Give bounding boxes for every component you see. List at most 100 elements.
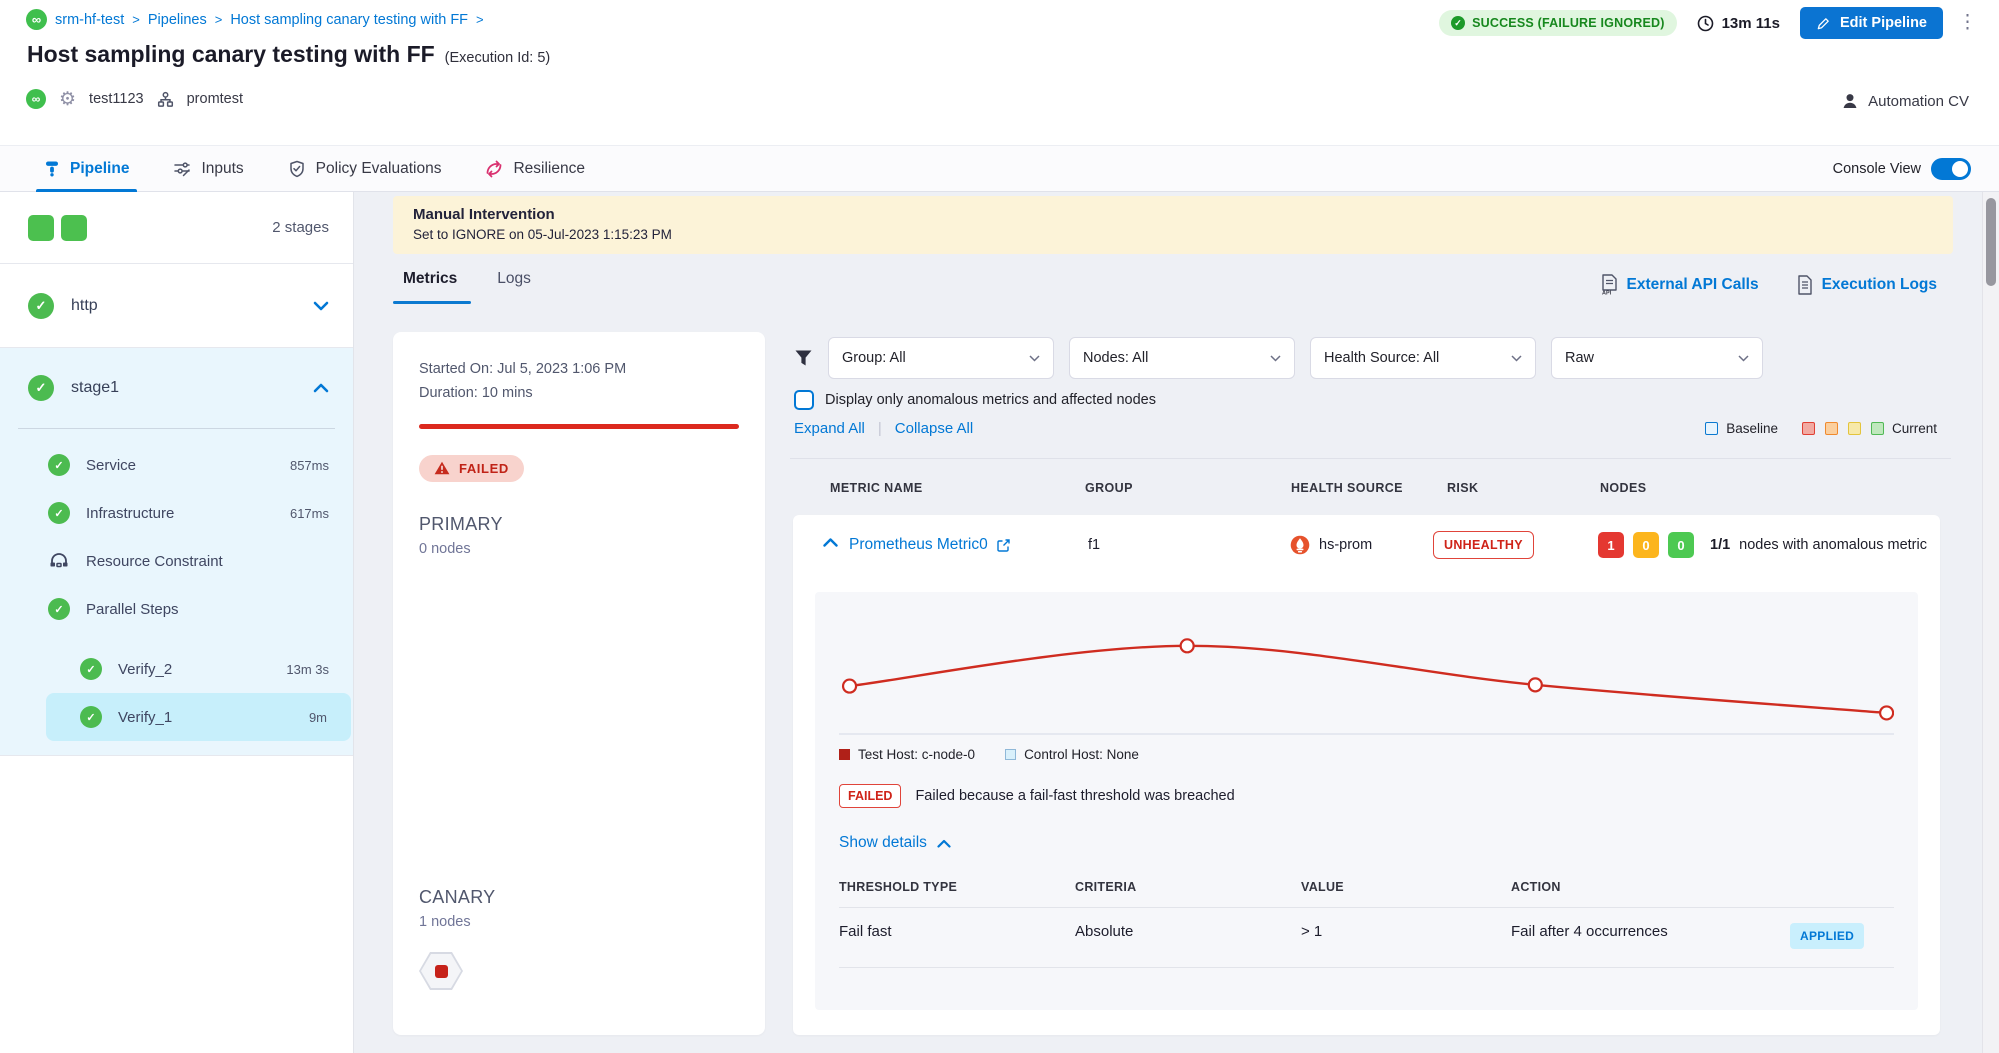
nodes-filter-value: Nodes: All <box>1083 350 1148 366</box>
page-header: ∞ srm-hf-test > Pipelines > Host samplin… <box>0 0 1999 145</box>
step-label: Infrastructure <box>86 505 174 522</box>
test-host-swatch-icon <box>839 749 850 760</box>
more-options-icon[interactable]: ⋮ <box>1958 13 1977 32</box>
collapse-all-link[interactable]: Collapse All <box>895 420 973 437</box>
applied-badge: APPLIED <box>1790 923 1864 949</box>
prometheus-icon <box>1290 535 1310 555</box>
step-duration: 617ms <box>290 506 329 521</box>
sidebar-step-verify1-selected[interactable]: ✓ Verify_1 9m <box>46 693 351 741</box>
success-check-icon: ✓ <box>80 706 102 728</box>
top-tabbar: Pipeline Inputs Policy Evaluations Resil… <box>0 145 1999 192</box>
chevron-down-icon[interactable] <box>313 301 329 311</box>
success-check-icon: ✓ <box>28 375 54 401</box>
execution-logs-link[interactable]: Execution Logs <box>1797 274 1937 295</box>
app-root: ∞ srm-hf-test > Pipelines > Host samplin… <box>0 0 1999 1053</box>
success-check-icon: ✓ <box>48 454 70 476</box>
breadcrumb-pipelines[interactable]: Pipelines <box>148 12 207 28</box>
sidebar-step-infrastructure[interactable]: ✓ Infrastructure 617ms <box>0 489 353 537</box>
metric-name-link[interactable]: Prometheus Metric0 <box>849 536 1011 554</box>
service-name[interactable]: test1123 <box>89 91 144 107</box>
red-node-count-badge: 1 <box>1598 532 1624 558</box>
col-risk: RISK <box>1447 481 1478 495</box>
metric-row: Prometheus Metric0 f1 hs-prom UNHEALTHY … <box>793 515 1940 575</box>
chart-legend: Test Host: c-node-0 Control Host: None <box>839 747 1894 762</box>
anomalous-checkbox[interactable] <box>794 390 814 410</box>
expand-collapse-row: Expand All | Collapse All <box>794 420 973 437</box>
data-mode-select[interactable]: Raw <box>1551 337 1763 379</box>
sidebar-step-resource-constraint[interactable]: Resource Constraint <box>0 537 353 585</box>
tab-logs[interactable]: Logs <box>497 270 531 288</box>
success-check-icon: ✓ <box>80 658 102 680</box>
metric-expanded-panel: Test Host: c-node-0 Control Host: None F… <box>815 592 1918 1010</box>
success-check-icon: ✓ <box>1451 16 1465 30</box>
threshold-table-header: THRESHOLD TYPE CRITERIA VALUE ACTION <box>839 880 1894 896</box>
chevron-up-icon[interactable] <box>313 383 329 393</box>
value-value: > 1 <box>1301 923 1322 940</box>
health-source-filter-value: Health Source: All <box>1324 350 1439 366</box>
tab-metrics[interactable]: Metrics <box>403 270 457 288</box>
current-green-swatch-icon <box>1871 422 1884 435</box>
scrollbar-track[interactable] <box>1982 192 1999 1053</box>
sidebar-stage-stage1[interactable]: ✓ stage1 <box>0 348 353 428</box>
log-links: API External API Calls Execution Logs <box>1601 274 1938 295</box>
chevron-up-icon[interactable] <box>823 538 838 547</box>
filter-funnel-icon[interactable] <box>794 349 813 367</box>
tab-pipeline[interactable]: Pipeline <box>44 146 129 191</box>
success-check-icon: ✓ <box>48 598 70 620</box>
external-api-calls-icon: API <box>1601 274 1618 295</box>
control-host-legend-label: Control Host: None <box>1024 747 1139 762</box>
nodes-filter-select[interactable]: Nodes: All <box>1069 337 1295 379</box>
shield-check-icon <box>288 160 306 178</box>
edit-pipeline-button[interactable]: Edit Pipeline <box>1800 7 1943 39</box>
stage-http-label: http <box>71 297 98 315</box>
stages-header: 2 stages <box>0 192 353 264</box>
health-source-label: hs-prom <box>1319 537 1372 553</box>
step-label: Resource Constraint <box>86 553 223 570</box>
expand-all-link[interactable]: Expand All <box>794 420 865 437</box>
test-host-legend-label: Test Host: c-node-0 <box>858 747 975 762</box>
show-details-link[interactable]: Show details <box>839 834 951 852</box>
sidebar-step-parallel-steps[interactable]: ✓ Parallel Steps <box>0 585 353 633</box>
anomalous-ratio: 1/1 <box>1710 537 1730 553</box>
metric-name-label: Prometheus Metric0 <box>849 536 988 554</box>
metric-timeseries-chart[interactable] <box>839 602 1894 742</box>
tab-inputs[interactable]: Inputs <box>173 146 243 191</box>
sidebar-step-verify2[interactable]: ✓ Verify_2 13m 3s <box>0 645 353 693</box>
status-badge: ✓ SUCCESS (FAILURE IGNORED) <box>1439 10 1677 36</box>
banner-title: Manual Intervention <box>413 206 1933 223</box>
chevron-down-icon <box>1029 355 1040 362</box>
threshold-table-row: Fail fast Absolute > 1 Fail after 4 occu… <box>839 908 1894 956</box>
divider <box>839 967 1894 968</box>
health-source-filter-select[interactable]: Health Source: All <box>1310 337 1536 379</box>
failure-reason-row: FAILED Failed because a fail-fast thresh… <box>839 784 1894 808</box>
health-source-name[interactable]: promtest <box>187 91 243 107</box>
tab-policy-evaluations[interactable]: Policy Evaluations <box>288 146 442 191</box>
console-view-toggle[interactable] <box>1931 158 1971 180</box>
anomalous-filter-row: Display only anomalous metrics and affec… <box>794 390 1156 410</box>
primary-nodes-count: 0 nodes <box>419 541 739 557</box>
col-nodes: NODES <box>1600 481 1646 495</box>
chevron-down-icon <box>1738 355 1749 362</box>
summary-times: Started On: Jul 5, 2023 1:06 PM Duration… <box>419 358 739 406</box>
svg-text:API: API <box>1602 291 1612 296</box>
node-count-badges: 1 0 0 1/1 nodes with anomalous metric <box>1598 532 1927 558</box>
group-filter-select[interactable]: Group: All <box>828 337 1054 379</box>
execution-sidebar: 2 stages ✓ http ✓ stage1 ✓ Service 857ms… <box>0 192 354 1053</box>
sidebar-step-service[interactable]: ✓ Service 857ms <box>0 441 353 489</box>
sidebar-stage-http[interactable]: ✓ http <box>0 264 353 348</box>
tab-policy-evaluations-label: Policy Evaluations <box>316 160 442 178</box>
breadcrumb-project[interactable]: srm-hf-test <box>55 12 124 28</box>
risk-badge-unhealthy: UNHEALTHY <box>1433 531 1534 559</box>
tab-resilience[interactable]: Resilience <box>485 146 585 191</box>
user-name: Automation CV <box>1868 93 1969 110</box>
canary-node-hexagon[interactable] <box>419 952 463 990</box>
anomalous-note: nodes with anomalous metric <box>1739 537 1927 553</box>
stage1-block: ✓ stage1 ✓ Service 857ms ✓ Infrastructur… <box>0 348 353 756</box>
step-duration: 13m 3s <box>286 662 329 677</box>
breadcrumb-pipeline-name[interactable]: Host sampling canary testing with FF <box>230 12 468 28</box>
verification-tabs: Metrics Logs <box>403 270 531 288</box>
external-api-calls-link[interactable]: API External API Calls <box>1601 274 1759 295</box>
step-duration: 857ms <box>290 458 329 473</box>
group-filter-value: Group: All <box>842 350 906 366</box>
scrollbar-thumb[interactable] <box>1986 198 1996 286</box>
